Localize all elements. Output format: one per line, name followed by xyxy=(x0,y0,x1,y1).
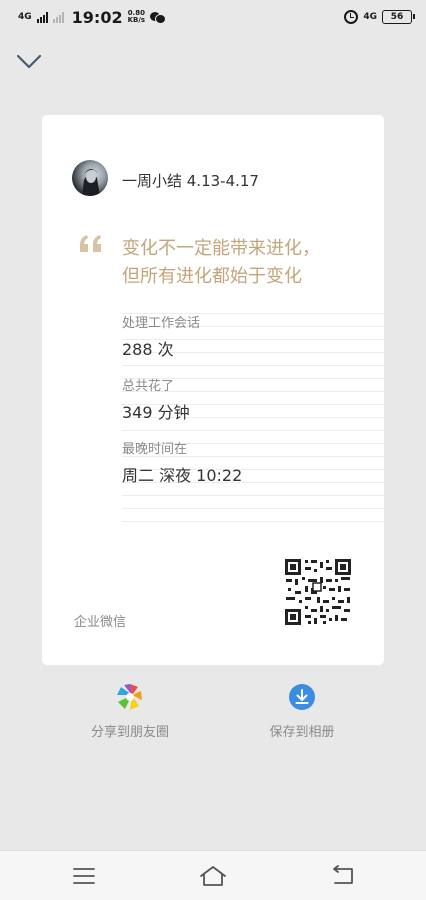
stat-value-sessions: 288 次 xyxy=(122,340,174,359)
download-icon xyxy=(289,684,315,710)
nav-menu-button[interactable] xyxy=(70,864,98,888)
collapse-button[interactable] xyxy=(14,48,44,74)
status-time: 19:02 xyxy=(71,7,123,27)
quote-icon xyxy=(80,235,101,252)
save-label: 保存到相册 xyxy=(269,725,335,740)
signal-secondary-icon xyxy=(52,11,64,23)
nav-home-button[interactable] xyxy=(199,864,227,888)
card-title: 一周小结 4.13-4.17 xyxy=(122,172,259,190)
quote-line-1: 变化不一定能带来进化， xyxy=(122,238,320,259)
save-to-album-button[interactable]: 保存到相册 xyxy=(232,683,372,740)
status-left: 4G 19:02 0.80 KB/s xyxy=(18,7,167,27)
qr-code-icon xyxy=(284,558,352,626)
quote-text: 变化不一定能带来进化， 但所有进化都始于变化 xyxy=(122,235,362,291)
avatar xyxy=(72,160,108,196)
moments-aperture-icon xyxy=(117,684,142,710)
alarm-icon xyxy=(344,10,359,24)
battery-level: 56 xyxy=(390,12,404,22)
chevron-down-icon xyxy=(16,54,42,69)
stat-label-sessions: 处理工作会话 xyxy=(122,316,201,331)
network-type-label: 4G xyxy=(18,11,32,22)
network-speed: 0.80 KB/s xyxy=(128,10,145,24)
weekly-summary-card: 一周小结 4.13-4.17 变化不一定能带来进化， 但所有进化都始于变化 处理… xyxy=(42,115,384,665)
quote-line-2: 但所有进化都始于变化 xyxy=(122,266,302,287)
share-label: 分享到朋友圈 xyxy=(90,725,169,740)
stat-label-latest-time: 最晚时间在 xyxy=(122,442,188,457)
status-right: 4G 56 xyxy=(344,10,415,24)
signal-icon xyxy=(36,11,48,23)
stat-label-time-spent: 总共花了 xyxy=(122,379,175,394)
nav-back-button[interactable] xyxy=(329,864,357,888)
menu-icon xyxy=(73,868,95,884)
stat-value-latest-time: 周二 深夜 10:22 xyxy=(122,466,243,485)
status-bar: 4G 19:02 0.80 KB/s 4G 56 xyxy=(0,0,426,34)
back-icon xyxy=(333,865,353,884)
screen: 4G 19:02 0.80 KB/s 4G 56 一周小结 4.13-4.17 … xyxy=(0,0,426,900)
speed-unit: KB/s xyxy=(127,16,146,24)
home-icon xyxy=(200,866,226,886)
notification-chat-icon xyxy=(150,11,167,24)
network-type-right-label: 4G xyxy=(363,11,377,22)
share-to-moments-button[interactable]: 分享到朋友圈 xyxy=(60,683,200,740)
stat-value-time-spent: 349 分钟 xyxy=(122,403,190,422)
system-nav-bar xyxy=(0,850,426,900)
battery-icon: 56 xyxy=(382,10,415,24)
brand-label: 企业微信 xyxy=(74,615,127,630)
